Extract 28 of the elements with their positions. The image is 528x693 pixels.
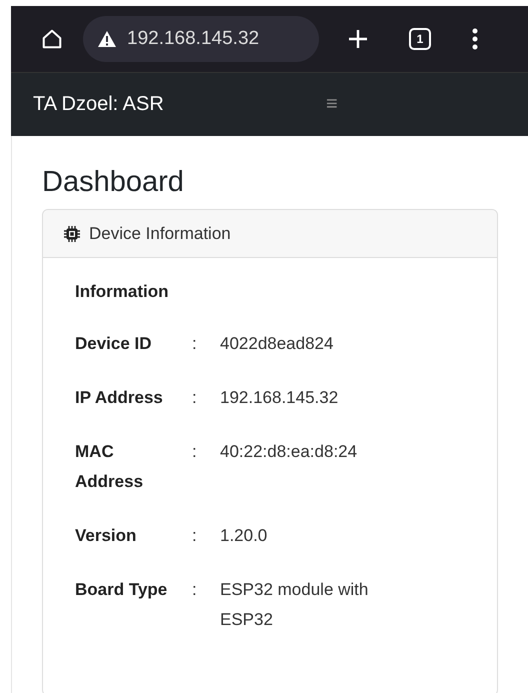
- address-bar[interactable]: 192.168.145.32: [83, 16, 319, 62]
- page-title: Dashboard: [42, 166, 185, 199]
- menu-button[interactable]: ≡: [326, 93, 338, 116]
- warning-icon: [97, 30, 117, 48]
- separator: :: [192, 579, 198, 601]
- field-value: 192.168.145.32: [220, 387, 340, 409]
- url-text: 192.168.145.32: [127, 28, 260, 50]
- separator: :: [192, 333, 198, 355]
- field-label: Version: [75, 525, 138, 547]
- field-label: Device ID: [75, 333, 153, 355]
- home-icon[interactable]: [41, 28, 63, 50]
- field-value: 4022d8ead824: [220, 333, 334, 355]
- more-icon[interactable]: [471, 28, 479, 50]
- card-title: Device Information: [89, 224, 231, 244]
- app-title: TA Dzoel: ASR: [33, 93, 165, 116]
- separator: :: [192, 525, 198, 547]
- field-value: 40:22:d8:ea:d8:24: [220, 441, 358, 463]
- field-value: ESP32 module with ESP32: [220, 579, 370, 631]
- plus-icon[interactable]: [347, 28, 369, 50]
- separator: :: [192, 441, 198, 463]
- field-value: 1.20.0: [220, 525, 268, 547]
- separator: :: [192, 387, 198, 409]
- section-heading: Information: [75, 282, 170, 302]
- tab-count-button[interactable]: 1: [409, 28, 431, 50]
- field-label: Board Type: [75, 579, 168, 601]
- field-label: IP Address: [75, 387, 164, 409]
- field-label: MAC Address: [75, 441, 144, 493]
- chip-icon: [64, 226, 80, 242]
